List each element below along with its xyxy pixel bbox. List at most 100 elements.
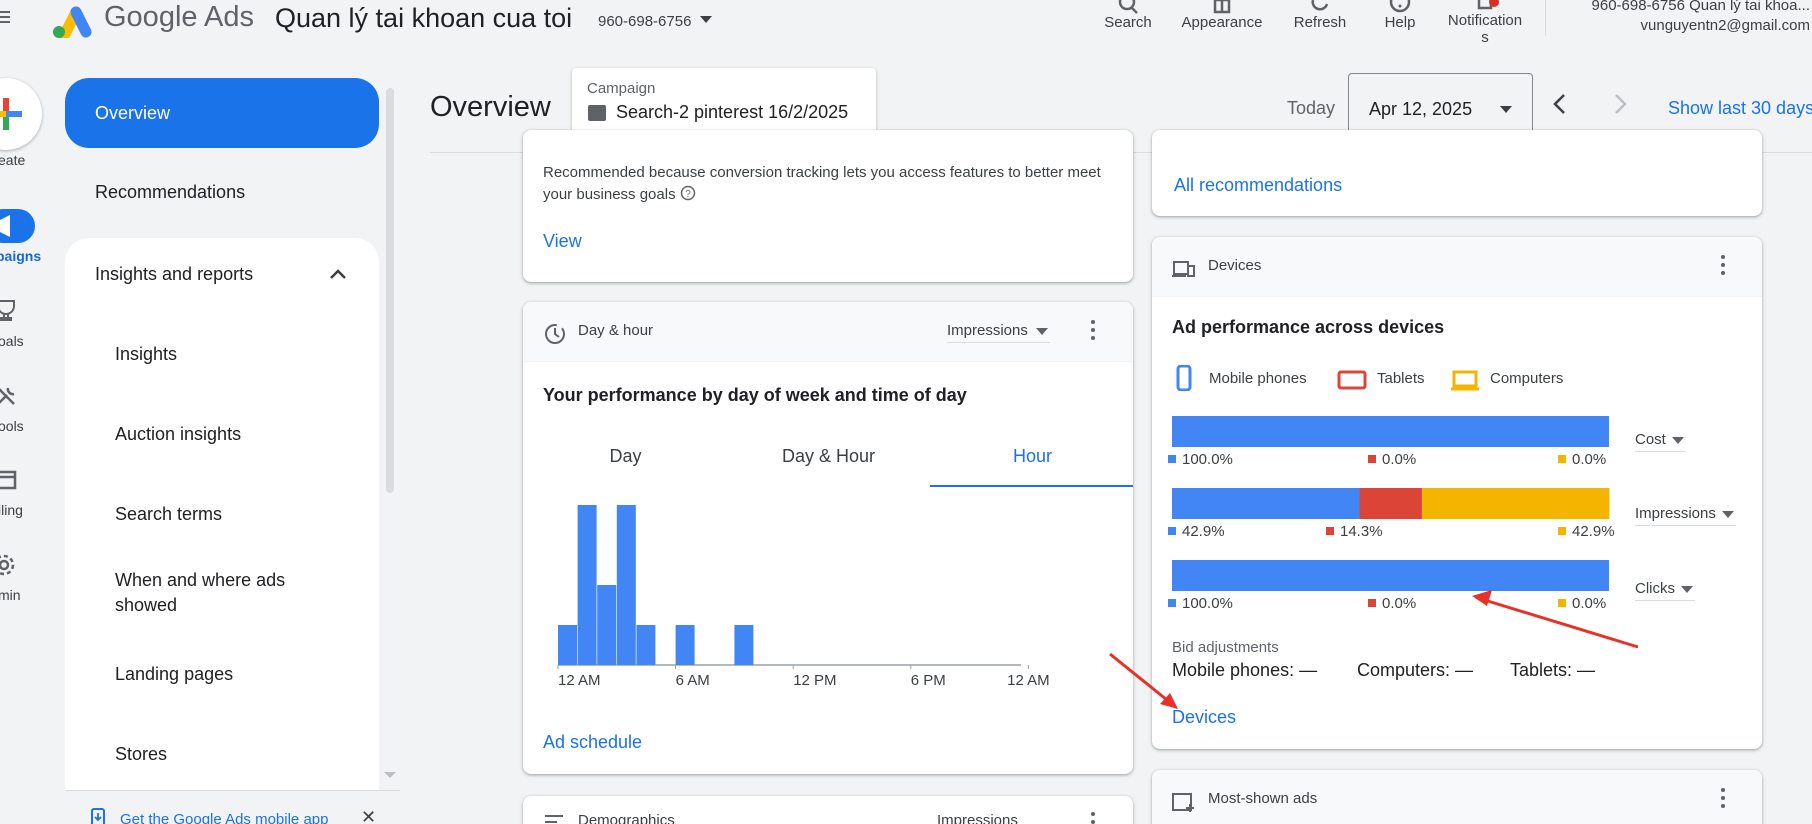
clicks-metric-label: Clicks xyxy=(1635,580,1675,597)
bid-tablets: Tablets: — xyxy=(1510,660,1596,680)
show-last-30-days-button[interactable]: Show last 30 days xyxy=(1668,98,1812,119)
appearance-tool-button[interactable]: Appearance xyxy=(1172,0,1272,31)
help-tool-button[interactable]: Help xyxy=(1375,0,1425,31)
clicks-metric-dropdown[interactable]: Clicks xyxy=(1635,580,1695,601)
chevron-up-icon[interactable] xyxy=(328,264,348,284)
rail-tools-label[interactable]: ools xyxy=(0,418,24,434)
appearance-tool-label: Appearance xyxy=(1181,14,1263,31)
hour-bar[interactable] xyxy=(597,585,617,665)
chevron-down-icon xyxy=(1681,586,1693,593)
scroll-down-icon[interactable] xyxy=(384,772,396,778)
devices-stacked-bar-chart: 100.0% 0.0% 0.0% 42.9% 14.3% 42.9% 100.0% 0.0% 0… xyxy=(1168,416,1615,612)
appearance-icon xyxy=(1213,0,1231,14)
metric-dropdown[interactable]: Impressions xyxy=(937,812,1018,824)
nav-item-auction-insights[interactable]: Auction insights xyxy=(115,422,315,447)
help-icon xyxy=(1389,0,1411,13)
device-bar-segment[interactable] xyxy=(1421,488,1610,519)
chevron-right-icon[interactable] xyxy=(1610,93,1630,115)
device-bar-segment[interactable] xyxy=(1172,416,1609,447)
hour-bar[interactable] xyxy=(558,625,577,665)
device-bar-segment[interactable] xyxy=(1359,488,1422,519)
chevron-down-icon xyxy=(1671,437,1684,444)
card-title: Devices xyxy=(1208,257,1262,274)
nav-item-recommendations[interactable]: Recommendations xyxy=(95,182,245,203)
more-vert-icon[interactable] xyxy=(1091,812,1095,824)
legend-square xyxy=(1168,455,1176,463)
cost-metric-dropdown[interactable]: Cost xyxy=(1635,431,1686,452)
card-header: Day & hour Impressions xyxy=(523,302,1133,362)
gear-icon[interactable] xyxy=(0,553,18,577)
nav-item-stores[interactable]: Stores xyxy=(115,742,315,767)
phone-download-icon xyxy=(91,808,105,824)
all-recommendations-link[interactable]: All recommendations xyxy=(1174,175,1342,196)
device-bar-segment[interactable] xyxy=(1172,488,1360,519)
hour-bar[interactable] xyxy=(577,505,597,665)
card-title: Demographics xyxy=(578,812,675,824)
nav-group-insights-and-reports: Insights and reports Insights Auction in… xyxy=(65,238,379,824)
tab-day-and-hour[interactable]: Day & Hour xyxy=(726,446,931,467)
rail-campaigns-button[interactable] xyxy=(0,209,35,243)
chevron-left-icon[interactable] xyxy=(1550,93,1570,115)
mobile-app-link[interactable]: Get the Google Ads mobile app xyxy=(120,811,328,824)
tab-hour[interactable]: Hour xyxy=(930,446,1133,467)
nav-item-search-terms[interactable]: Search terms xyxy=(115,502,315,527)
devices-link[interactable]: Devices xyxy=(1172,707,1236,728)
notifications-tool-button[interactable]: Notification s xyxy=(1438,0,1532,46)
nav-scrollbar[interactable] xyxy=(386,88,394,493)
help-icon[interactable]: ? xyxy=(680,185,696,201)
nav-item-when-and-where[interactable]: When and where ads showed xyxy=(115,568,315,618)
rail-goals-label[interactable]: oals xyxy=(0,333,24,349)
rail-billing-label[interactable]: iling xyxy=(0,502,23,518)
more-vert-icon[interactable] xyxy=(1091,320,1095,344)
menu-icon[interactable] xyxy=(0,8,18,30)
account-id[interactable]: 960-698-6756 xyxy=(598,13,691,30)
metric-dropdown[interactable]: Impressions xyxy=(947,322,1050,343)
metric-dropdown-label: Impressions xyxy=(947,322,1028,339)
ad-preview-icon xyxy=(1172,793,1194,812)
tab-day[interactable]: Day xyxy=(523,446,728,467)
chart-heading: Your performance by day of week and time… xyxy=(543,385,967,405)
nav-item-insights[interactable]: Insights xyxy=(115,342,315,367)
hour-bar[interactable] xyxy=(616,505,636,665)
hourly-bar-chart: 12 AM 6 AM 12 PM 6 PM 12 AM xyxy=(557,505,1050,689)
nav-item-landing-pages[interactable]: Landing pages xyxy=(115,662,315,687)
tablet-icon xyxy=(1337,370,1367,390)
billing-icon[interactable] xyxy=(0,468,18,492)
tools-icon[interactable] xyxy=(0,384,18,408)
account-switcher[interactable]: 960-698-6756 Quan lý tai khoa... vunguye… xyxy=(1560,0,1810,36)
rail-create-label[interactable]: eate xyxy=(0,152,25,168)
hour-bar[interactable] xyxy=(734,625,754,665)
hour-bar[interactable] xyxy=(636,625,656,665)
rail-admin-label[interactable]: min xyxy=(0,587,21,603)
day-hour-card: Day & hour Impressions Your performance … xyxy=(523,302,1133,774)
legend-square xyxy=(1558,455,1566,463)
nav-group-title[interactable]: Insights and reports xyxy=(95,264,253,285)
nav-item-overview[interactable]: Overview xyxy=(65,78,379,148)
trophy-icon[interactable] xyxy=(0,298,18,322)
more-vert-icon[interactable] xyxy=(1721,255,1725,279)
card-header: Most-shown ads xyxy=(1152,770,1762,824)
impressions-metric-dropdown[interactable]: Impressions xyxy=(1635,505,1736,526)
more-vert-icon[interactable] xyxy=(1721,788,1725,812)
x-tick-label: 12 PM xyxy=(793,672,836,689)
device-bar-segment[interactable] xyxy=(1172,560,1609,591)
create-button[interactable] xyxy=(0,78,42,150)
refresh-tool-button[interactable]: Refresh xyxy=(1285,0,1355,31)
hour-bar[interactable] xyxy=(675,625,695,665)
legend-square xyxy=(1168,527,1176,535)
value-label: 42.9% xyxy=(1182,523,1225,540)
all-recommendations-card: All recommendations xyxy=(1152,130,1762,216)
ad-schedule-link[interactable]: Ad schedule xyxy=(543,732,642,753)
view-link[interactable]: View xyxy=(543,231,582,252)
campaign-picker[interactable]: Campaign Search-2 pinterest 16/2/2025 xyxy=(572,68,876,138)
megaphone-icon xyxy=(0,215,10,237)
laptop-icon xyxy=(1451,370,1479,391)
x-tick-label: 12 AM xyxy=(1007,672,1050,689)
search-tool-button[interactable]: Search xyxy=(1098,0,1158,31)
x-tick-label: 12 AM xyxy=(558,672,601,689)
account-name[interactable]: Quan lý tai khoan cua toi xyxy=(275,3,572,34)
rail-campaigns-label[interactable]: paigns xyxy=(0,248,41,264)
page-title: Overview xyxy=(430,91,551,123)
account-dropdown-icon[interactable] xyxy=(700,16,712,23)
close-icon[interactable]: ✕ xyxy=(361,807,376,824)
